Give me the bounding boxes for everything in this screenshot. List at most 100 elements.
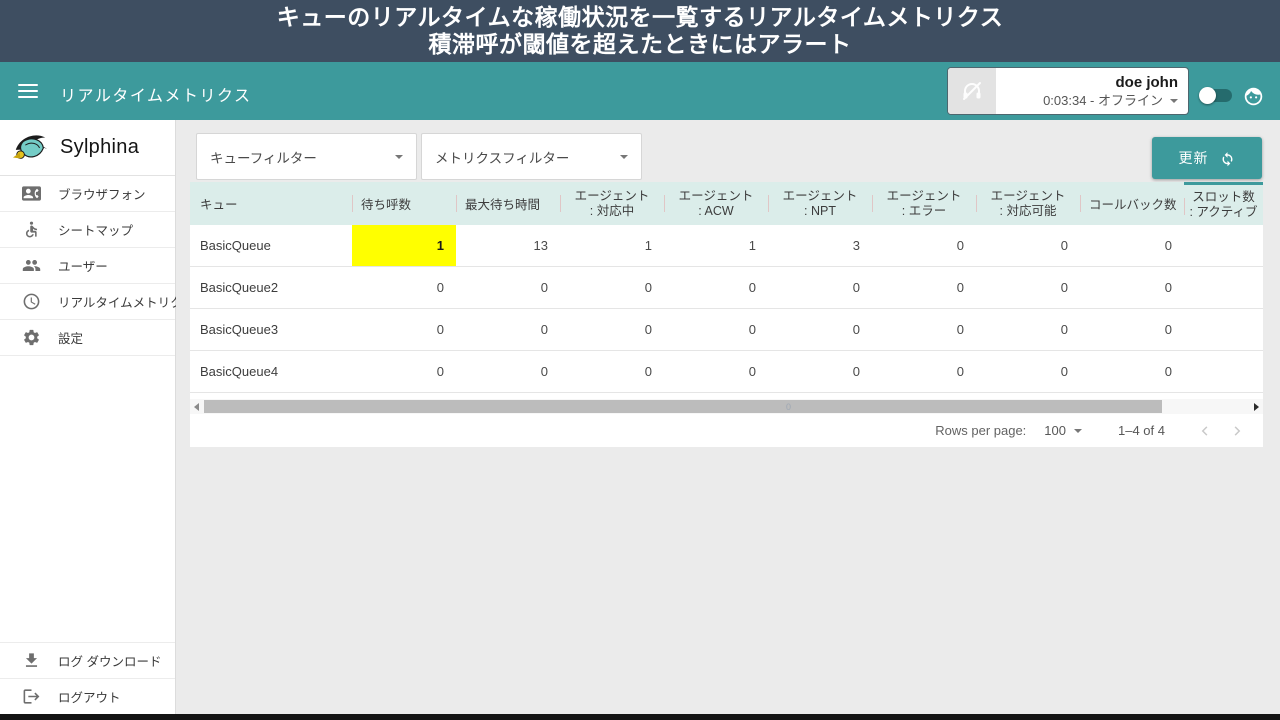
sidebar-item-log-download[interactable]: ログ ダウンロード (0, 642, 175, 678)
column-header-waiting-calls: 待ち呼数 (352, 182, 456, 225)
clock-icon (22, 292, 41, 311)
chevron-down-icon (395, 155, 403, 159)
metric-cell: 0 (872, 309, 976, 350)
column-header-agent-busy: エージェント: 対応中 (560, 182, 664, 225)
queue-filter-select[interactable]: キューフィルター (196, 133, 417, 180)
chevron-down-icon (1074, 429, 1082, 433)
main-content: キューフィルター メトリクスフィルター 更新 キュー 待ち呼数 最大待ち時間 エ… (176, 120, 1280, 714)
table-row: BasicQueue2 0 0 0 0 0 0 0 0 (190, 267, 1263, 309)
metric-cell: 0 (456, 309, 560, 350)
column-header-max-wait: 最大待ち時間 (456, 182, 560, 225)
users-icon (22, 256, 41, 275)
menu-icon[interactable] (18, 84, 38, 98)
sidebar-item-label: ユーザー (58, 256, 108, 275)
sidebar-item-browser-phone[interactable]: ブラウザフォン (0, 176, 175, 212)
column-header-agent-acw: エージェント: ACW (664, 182, 768, 225)
sidebar-item-label: リアルタイムメトリクス (58, 292, 195, 311)
bird-logo-icon (12, 129, 50, 167)
queue-name-cell: BasicQueue3 (190, 309, 352, 350)
metric-cell: 0 (1080, 225, 1184, 266)
download-icon (22, 651, 41, 670)
user-info: doe john 0:03:34 - オフライン (996, 68, 1188, 114)
metric-cell: 0 (352, 309, 456, 350)
table-row: BasicQueue 1 13 1 1 3 0 0 0 (190, 225, 1263, 267)
banner-line-1: キューのリアルタイムな稼働状況を一覧するリアルタイムメトリクス (277, 4, 1003, 31)
previous-page-button[interactable] (1193, 419, 1217, 443)
sidebar-item-label: 設定 (58, 328, 83, 347)
sidebar-item-seat-map[interactable]: シートマップ (0, 212, 175, 248)
chevron-down-icon (1170, 99, 1178, 103)
face-icon[interactable] (1243, 86, 1264, 107)
rows-per-page-select[interactable]: 100 (1044, 423, 1082, 438)
queue-filter-label: キューフィルター (210, 147, 317, 167)
refresh-loop-icon (1219, 150, 1236, 167)
metric-cell: 0 (560, 309, 664, 350)
page-title: リアルタイムメトリクス (60, 82, 252, 106)
metric-cell: 0 (560, 267, 664, 308)
metrics-filter-select[interactable]: メトリクスフィルター (421, 133, 642, 180)
toggle-switch[interactable] (1201, 89, 1232, 102)
metric-cell: 0 (456, 351, 560, 392)
table-row: BasicQueue3 0 0 0 0 0 0 0 0 (190, 309, 1263, 351)
metric-cell: 1 (560, 225, 664, 266)
logout-icon (22, 687, 41, 706)
scrollbar-thumb[interactable] (204, 400, 1162, 413)
sidebar-item-logout[interactable]: ログアウト (0, 678, 175, 714)
pagination-range: 1–4 of 4 (1118, 423, 1165, 438)
user-status-dropdown[interactable]: 0:03:34 - オフライン (996, 92, 1178, 109)
metric-cell-clipped (1184, 267, 1263, 308)
refresh-button-label: 更新 (1179, 148, 1209, 168)
column-header-slots-active: スロット数: アクティブ (1184, 182, 1263, 225)
sidebar-item-label: ログアウト (58, 687, 121, 706)
headset-off-icon (948, 68, 996, 114)
metric-cell: 0 (872, 225, 976, 266)
scroll-left-arrow-icon[interactable] (190, 399, 204, 414)
metric-cell-clipped (1184, 225, 1263, 266)
table-header-row: キュー 待ち呼数 最大待ち時間 エージェント: 対応中 エージェント: ACW … (190, 182, 1263, 225)
banner-line-2: 積滞呼が閾値を超えたときにはアラート (429, 31, 852, 58)
metric-cell: 0 (872, 267, 976, 308)
metric-cell: 0 (872, 351, 976, 392)
column-header-queue: キュー (190, 182, 352, 225)
horizontal-scrollbar[interactable] (190, 399, 1263, 414)
metric-cell: 0 (352, 351, 456, 392)
metric-cell: 0 (1080, 309, 1184, 350)
sidebar-item-label: ブラウザフォン (58, 184, 146, 203)
user-name: doe john (996, 73, 1178, 92)
queue-name-cell: BasicQueue2 (190, 267, 352, 308)
metric-cell-clipped (1184, 309, 1263, 350)
metrics-filter-label: メトリクスフィルター (435, 147, 569, 167)
metric-cell: 0 (976, 225, 1080, 266)
metric-cell: 0 (768, 351, 872, 392)
metric-cell: 0 (1080, 267, 1184, 308)
metric-cell: 0 (664, 267, 768, 308)
sidebar-item-realtime-metrics[interactable]: リアルタイムメトリクス (0, 284, 175, 320)
scroll-artifact-glyph: 0 (786, 402, 791, 412)
sidebar-item-label: ログ ダウンロード (58, 651, 161, 670)
sidebar-item-label: シートマップ (58, 220, 133, 239)
metric-cell-clipped (1184, 351, 1263, 392)
column-header-callbacks: コールバック数 (1080, 182, 1184, 225)
metric-cell: 0 (976, 267, 1080, 308)
metric-cell: 13 (456, 225, 560, 266)
sidebar-item-settings[interactable]: 設定 (0, 320, 175, 356)
next-page-button[interactable] (1225, 419, 1249, 443)
logo: Sylphina (0, 120, 175, 176)
scroll-right-arrow-icon[interactable] (1249, 399, 1263, 414)
metric-cell: 0 (664, 351, 768, 392)
user-status-box[interactable]: doe john 0:03:34 - オフライン (948, 68, 1188, 114)
refresh-button[interactable]: 更新 (1152, 137, 1262, 179)
sidebar: Sylphina ブラウザフォン シートマップ ユーザー リアルタイムメトリクス… (0, 120, 176, 714)
table-row: BasicQueue4 0 0 0 0 0 0 0 0 (190, 351, 1263, 393)
gear-icon (22, 328, 41, 347)
alert-highlight-cell: 1 (352, 225, 456, 266)
column-header-agent-available: エージェント: 対応可能 (976, 182, 1080, 225)
metric-cell: 0 (768, 309, 872, 350)
user-status-text: 0:03:34 - オフライン (1043, 92, 1163, 109)
sidebar-item-users[interactable]: ユーザー (0, 248, 175, 284)
realtime-metrics-page: キューのリアルタイムな稼働状況を一覧するリアルタイムメトリクス 積滞呼が閾値を超… (0, 0, 1280, 720)
chevron-down-icon (620, 155, 628, 159)
metric-cell: 3 (768, 225, 872, 266)
metrics-table: キュー 待ち呼数 最大待ち時間 エージェント: 対応中 エージェント: ACW … (190, 182, 1263, 447)
contact-phone-icon (22, 184, 41, 203)
